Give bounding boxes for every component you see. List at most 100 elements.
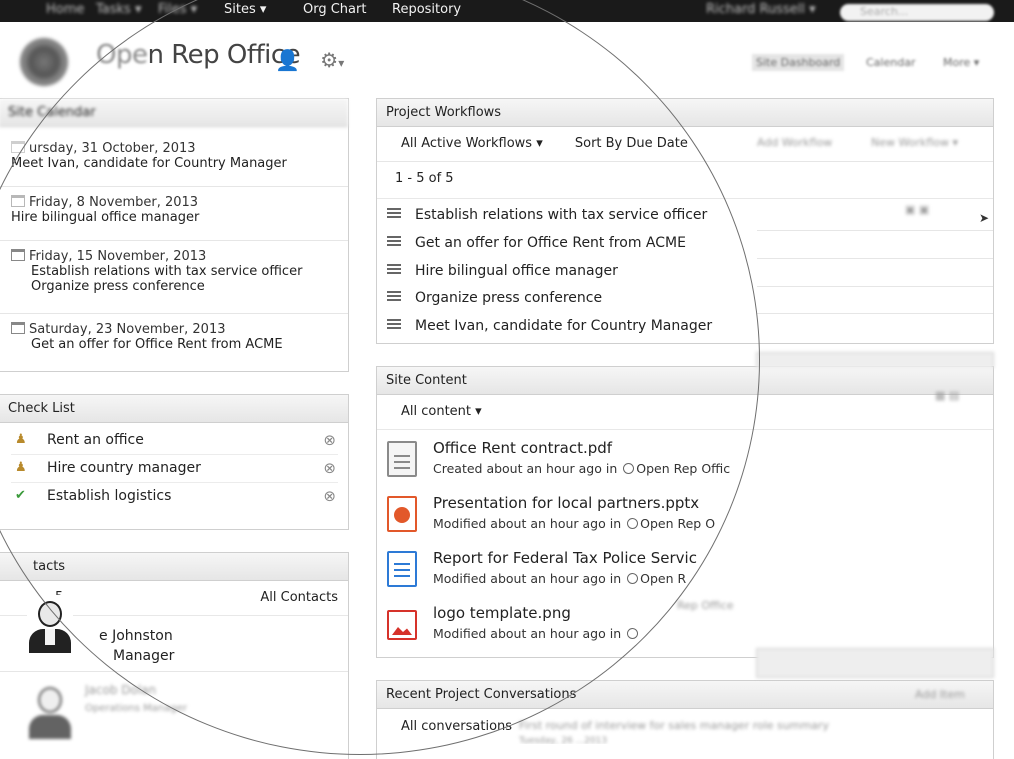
menu-icon <box>387 236 401 246</box>
globe-icon <box>627 518 639 529</box>
workflow-item[interactable]: Hire bilingual office manager <box>387 263 618 279</box>
remove-icon[interactable]: ⊗ <box>323 459 336 477</box>
checklist-item[interactable]: ♟ Hire country manager ⊗ <box>11 456 338 483</box>
menu-icon <box>387 264 401 274</box>
calendar-entry: ursday, 31 October, 2013 Meet Ivan, cand… <box>11 141 344 171</box>
site-link[interactable]: Open Rep Offic <box>636 461 730 476</box>
new-workflow-button[interactable]: New Workflow ▾ <box>871 136 958 149</box>
divider <box>757 230 993 231</box>
checklist-item[interactable]: ♟ Rent an office ⊗ <box>11 428 338 455</box>
contact-name[interactable]: e Johnston <box>99 628 173 644</box>
conversation-topic-link[interactable]: First round of interview for sales manag… <box>519 719 829 732</box>
image-file-icon <box>387 610 417 640</box>
document-name-link[interactable]: Office Rent contract.pdf <box>433 439 612 457</box>
add-workflow-button[interactable]: Add Workflow <box>757 136 832 149</box>
document-item[interactable]: Office Rent contract.pdf Created about a… <box>387 437 993 489</box>
divider <box>0 186 348 187</box>
document-item[interactable]: Presentation for local partners.pptx Mod… <box>387 492 993 544</box>
divider <box>757 258 993 259</box>
dashlet-title: Site Content <box>377 367 993 395</box>
site-link[interactable]: Rep Office <box>677 599 734 612</box>
calendar-event-link[interactable]: Get an offer for Office Rent from ACME <box>11 337 344 352</box>
nav-home[interactable]: Home <box>46 2 84 17</box>
check-list-dashlet: Check List ♟ Rent an office ⊗ ♟ Hire cou… <box>0 394 349 530</box>
conversation-filter-dropdown[interactable]: All conversations <box>401 719 512 734</box>
divider <box>757 286 993 287</box>
dashlet-title: Project Workflows <box>377 99 993 127</box>
nav-sites[interactable]: Sites ▾ <box>224 2 266 17</box>
calendar-link[interactable]: Calendar <box>866 56 915 69</box>
globe-icon <box>623 463 635 474</box>
calendar-event-link[interactable]: Hire bilingual office manager <box>11 210 344 225</box>
divider <box>0 240 348 241</box>
conversation-filter: All conversations First round of intervi… <box>377 710 993 744</box>
avatar <box>27 681 73 741</box>
site-link[interactable]: Open Rep O <box>640 516 715 531</box>
nav-files[interactable]: Files ▾ <box>158 2 197 17</box>
all-contacts-link[interactable]: All Contacts <box>260 590 338 605</box>
contact-role: Operations Manager <box>85 703 187 714</box>
add-item-button[interactable]: Add Item <box>915 688 965 701</box>
nav-org-chart[interactable]: Org Chart <box>303 2 366 17</box>
view-toggle-icon[interactable]: ▦ ▤ <box>935 389 959 402</box>
project-workflows-dashlet: Project Workflows All Active Workflows ▾… <box>376 98 994 344</box>
contact-role: Manager <box>113 648 175 664</box>
workflow-count: 1 - 5 of 5 <box>377 163 993 199</box>
globe-icon <box>627 628 639 639</box>
user-menu[interactable]: Richard Russell ▾ <box>706 2 816 17</box>
document-item[interactable]: Report for Federal Tax Police Servic Mod… <box>387 547 993 599</box>
workflow-filter-dropdown[interactable]: All Active Workflows ▾ <box>401 136 543 151</box>
calendar-entry: Friday, 8 November, 2013 Hire bilingual … <box>11 195 344 225</box>
workflow-item[interactable]: Organize press conference <box>387 290 602 306</box>
content-filter: All content ▾ <box>377 396 993 430</box>
content-filter-dropdown[interactable]: All content ▾ <box>401 404 482 419</box>
workflow-actions-icon[interactable]: ▣ ▣ <box>905 203 929 216</box>
presentation-file-icon <box>387 496 417 532</box>
calendar-entry: Friday, 15 November, 2013 Establish rela… <box>11 249 344 294</box>
menu-icon <box>387 208 401 218</box>
avatar <box>27 595 73 667</box>
menu-icon <box>387 319 401 329</box>
calendar-icon <box>11 322 25 334</box>
site-link[interactable]: Open R <box>640 571 686 586</box>
document-name-link[interactable]: Report for Federal Tax Police Servic <box>433 549 697 567</box>
site-dashboard-link[interactable]: Site Dashboard <box>752 54 845 71</box>
top-navigation-bar: Home Tasks ▾ Files ▾ Sites ▾ Org Chart R… <box>0 0 1014 22</box>
menu-icon <box>387 291 401 301</box>
cursor-icon: ➤ <box>979 211 990 225</box>
calendar-entry: Saturday, 23 November, 2013 Get an offer… <box>11 322 344 352</box>
calendar-event-link[interactable]: Meet Ivan, candidate for Country Manager <box>11 156 344 171</box>
site-calendar-dashlet: Site Calendar ursday, 31 October, 2013 M… <box>0 98 349 372</box>
calendar-icon <box>11 249 25 261</box>
document-name-link[interactable]: logo template.png <box>433 604 571 622</box>
divider <box>0 671 348 672</box>
remove-icon[interactable]: ⊗ <box>323 431 336 449</box>
globe-icon <box>627 573 639 584</box>
gear-icon[interactable]: ⚙ <box>320 48 338 72</box>
search-input[interactable]: Search... <box>840 4 994 21</box>
blurred-panel <box>756 648 994 678</box>
dashlet-title: Site Calendar <box>0 99 348 127</box>
nav-repository[interactable]: Repository <box>392 2 461 17</box>
calendar-icon <box>11 195 25 207</box>
site-header-actions: 👤 ⚙▾ <box>275 48 344 72</box>
contact-name[interactable]: Jacob Dolan <box>85 683 156 697</box>
checklist-item[interactable]: ✔ Establish logistics ⊗ <box>11 484 338 511</box>
invite-user-icon[interactable]: 👤 <box>275 48 300 72</box>
workflow-item[interactable]: Meet Ivan, candidate for Country Manager <box>387 318 712 334</box>
workflow-toolbar: All Active Workflows ▾ Sort By Due Date … <box>377 128 993 162</box>
site-title: Open Rep Office <box>96 40 301 70</box>
remove-icon[interactable]: ⊗ <box>323 487 336 505</box>
sort-by-due-date-button[interactable]: Sort By Due Date <box>575 136 688 151</box>
workflow-item[interactable]: Get an offer for Office Rent from ACME <box>387 235 686 251</box>
calendar-icon <box>11 141 25 153</box>
chevron-down-icon: ▾ <box>338 56 345 70</box>
site-content-dashlet: Site Content All content ▾ ▦ ▤ Office Re… <box>376 366 994 658</box>
calendar-event-link[interactable]: Establish relations with tax service off… <box>11 264 344 279</box>
nav-tasks[interactable]: Tasks ▾ <box>96 2 142 17</box>
calendar-event-link[interactable]: Organize press conference <box>11 279 344 294</box>
more-menu[interactable]: More ▾ <box>943 56 979 69</box>
workflow-item[interactable]: Establish relations with tax service off… <box>387 207 707 223</box>
pdf-file-icon <box>387 441 417 477</box>
document-name-link[interactable]: Presentation for local partners.pptx <box>433 494 699 512</box>
